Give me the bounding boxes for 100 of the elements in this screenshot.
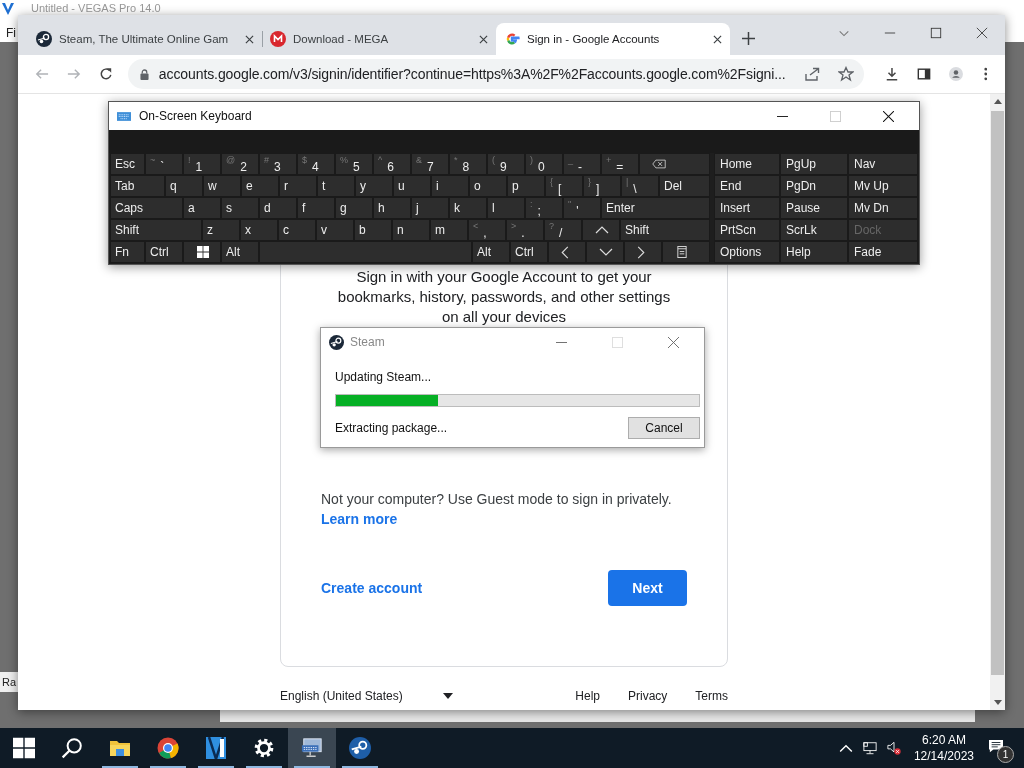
browser-tab[interactable]: Sign in - Google Accounts bbox=[496, 23, 730, 55]
close-icon[interactable] bbox=[245, 34, 254, 44]
keyboard-key[interactable]: Mv Dn bbox=[848, 197, 918, 219]
scroll-thumb[interactable] bbox=[991, 111, 1004, 675]
footer-link[interactable]: Terms bbox=[695, 689, 728, 703]
keyboard-key[interactable]: " ' bbox=[563, 197, 601, 219]
keyboard-key[interactable]: ^ 6 bbox=[373, 153, 411, 175]
side-panel-icon[interactable] bbox=[916, 66, 931, 82]
keyboard-key[interactable]: Pause bbox=[780, 197, 848, 219]
keyboard-key[interactable]: x bbox=[240, 219, 278, 241]
keyboard-key[interactable]: * 8 bbox=[449, 153, 487, 175]
keyboard-key[interactable]: a bbox=[183, 197, 221, 219]
keyboard-key[interactable]: k bbox=[449, 197, 487, 219]
keyboard-key[interactable]: : ; bbox=[525, 197, 563, 219]
keyboard-key[interactable]: e bbox=[241, 175, 279, 197]
keyboard-key[interactable]: Esc bbox=[110, 153, 145, 175]
keyboard-key[interactable]: PrtScn bbox=[714, 219, 780, 241]
keyboard-key[interactable]: j bbox=[411, 197, 449, 219]
keyboard-key[interactable]: | \ bbox=[621, 175, 659, 197]
keyboard-key[interactable]: } ] bbox=[583, 175, 621, 197]
download-icon[interactable] bbox=[884, 66, 899, 82]
keyboard-key[interactable]: c bbox=[278, 219, 316, 241]
keyboard-key[interactable]: < , bbox=[468, 219, 506, 241]
keyboard-key[interactable]: r bbox=[279, 175, 317, 197]
keyboard-key[interactable]: % 5 bbox=[335, 153, 373, 175]
keyboard-key[interactable]: $ 4 bbox=[297, 153, 335, 175]
keyboard-key[interactable]: Mv Up bbox=[848, 175, 918, 197]
keyboard-key[interactable]: g bbox=[335, 197, 373, 219]
close-icon[interactable] bbox=[479, 34, 488, 44]
network-icon[interactable] bbox=[862, 741, 877, 755]
profile-icon[interactable] bbox=[948, 66, 963, 82]
keyboard-key[interactable]: ? / bbox=[544, 219, 582, 241]
keyboard-key[interactable]: z bbox=[202, 219, 240, 241]
keyboard-key[interactable]: & 7 bbox=[411, 153, 449, 175]
keyboard-key[interactable]: Ctrl bbox=[145, 241, 183, 263]
keyboard-key[interactable]: q bbox=[165, 175, 203, 197]
keyboard-key[interactable] bbox=[548, 241, 586, 263]
keyboard-key[interactable]: y bbox=[355, 175, 393, 197]
keyboard-key[interactable]: o bbox=[469, 175, 507, 197]
keyboard-key[interactable] bbox=[662, 241, 710, 263]
create-account-link[interactable]: Create account bbox=[321, 580, 423, 596]
keyboard-key[interactable] bbox=[183, 241, 221, 263]
keyboard-key[interactable] bbox=[624, 241, 662, 263]
close-icon[interactable] bbox=[976, 27, 988, 39]
keyboard-key[interactable]: l bbox=[487, 197, 525, 219]
keyboard-key[interactable]: Nav bbox=[848, 153, 918, 175]
keyboard-key[interactable]: # 3 bbox=[259, 153, 297, 175]
menu-item[interactable]: Fi bbox=[6, 26, 16, 40]
keyboard-key[interactable]: v bbox=[316, 219, 354, 241]
footer-link[interactable]: Privacy bbox=[628, 689, 668, 703]
keyboard-key[interactable]: _ - bbox=[563, 153, 601, 175]
browser-tab[interactable]: Steam, The Ultimate Online Gam bbox=[28, 23, 262, 55]
keyboard-key[interactable]: m bbox=[430, 219, 468, 241]
keyboard-key[interactable]: ! 1 bbox=[183, 153, 221, 175]
search-icon[interactable] bbox=[61, 737, 83, 759]
keyboard-key[interactable]: ScrLk bbox=[780, 219, 848, 241]
keyboard-key[interactable]: + = bbox=[601, 153, 639, 175]
close-icon[interactable] bbox=[883, 110, 894, 122]
keyboard-key[interactable]: s bbox=[221, 197, 259, 219]
keyboard-key[interactable]: { [ bbox=[545, 175, 583, 197]
maximize-icon[interactable] bbox=[930, 27, 942, 39]
keyboard-key[interactable]: t bbox=[317, 175, 355, 197]
keyboard-key[interactable]: b bbox=[354, 219, 392, 241]
language-select[interactable]: English (United States) bbox=[280, 689, 453, 703]
keyboard-key[interactable]: PgUp bbox=[780, 153, 848, 175]
notification-icon[interactable] bbox=[988, 739, 1004, 753]
keyboard-key[interactable]: @ 2 bbox=[221, 153, 259, 175]
learn-more-link[interactable]: Learn more bbox=[321, 509, 398, 529]
keyboard-key[interactable]: Tab bbox=[110, 175, 165, 197]
keyboard-key[interactable]: Caps bbox=[110, 197, 183, 219]
keyboard-key[interactable]: Del bbox=[659, 175, 710, 197]
scroll-up-icon[interactable] bbox=[993, 99, 1002, 104]
keyboard-key[interactable]: Fade bbox=[848, 241, 918, 263]
scroll-down-icon[interactable] bbox=[993, 700, 1002, 705]
keyboard-key[interactable]: i bbox=[431, 175, 469, 197]
keyboard-key[interactable]: f bbox=[297, 197, 335, 219]
address-bar[interactable]: accounts.google.com/v3/signin/identifier?continue=https%3A%2F%2Faccounts.google.com%2Fsigni... bbox=[127, 59, 864, 89]
keyboard-key[interactable]: Insert bbox=[714, 197, 780, 219]
scrollbar[interactable] bbox=[990, 94, 1005, 710]
keyboard-key[interactable]: ~ ` bbox=[145, 153, 183, 175]
keyboard-key[interactable]: u bbox=[393, 175, 431, 197]
close-icon[interactable] bbox=[713, 34, 722, 44]
keyboard-key[interactable]: End bbox=[714, 175, 780, 197]
cancel-button[interactable]: Cancel bbox=[628, 417, 700, 439]
keyboard-key[interactable]: ) 0 bbox=[525, 153, 563, 175]
keyboard-key[interactable]: p bbox=[507, 175, 545, 197]
keyboard-key[interactable]: ( 9 bbox=[487, 153, 525, 175]
keyboard-key[interactable]: > . bbox=[506, 219, 544, 241]
keyboard-key[interactable]: n bbox=[392, 219, 430, 241]
clock[interactable]: 6:20 AM 12/14/2023 bbox=[913, 732, 974, 764]
speaker-muted-icon[interactable] bbox=[886, 741, 901, 755]
keyboard-key[interactable]: Options bbox=[714, 241, 780, 263]
browser-tab[interactable]: Download - MEGA bbox=[262, 23, 496, 55]
keyboard-key[interactable]: PgDn bbox=[780, 175, 848, 197]
keyboard-key[interactable]: Home bbox=[714, 153, 780, 175]
share-icon[interactable] bbox=[803, 66, 820, 82]
keyboard-key[interactable]: Shift bbox=[110, 219, 202, 241]
keyboard-key[interactable]: Help bbox=[780, 241, 848, 263]
keyboard-key[interactable]: Ctrl bbox=[510, 241, 548, 263]
star-icon[interactable] bbox=[837, 66, 854, 82]
